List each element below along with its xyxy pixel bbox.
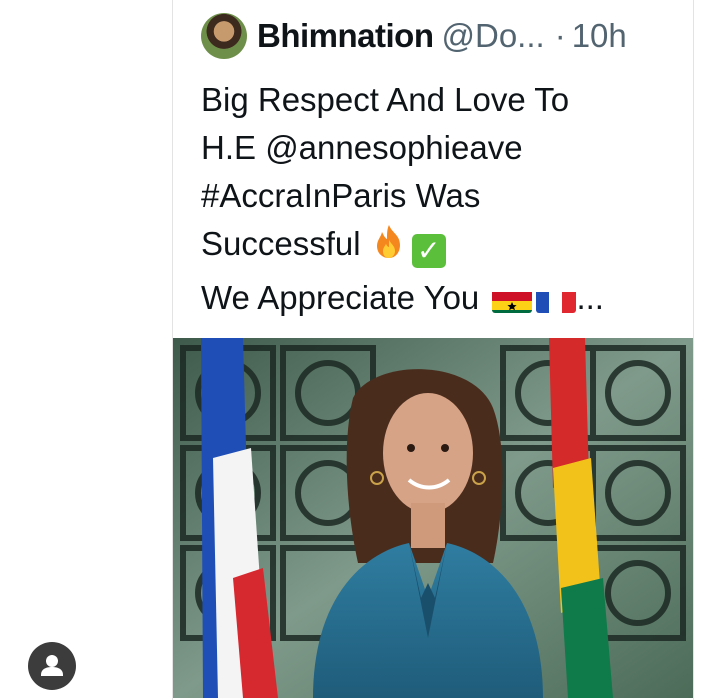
line-4-text: Successful (201, 225, 361, 262)
tweet-text: Big Respect And Love To H.E @annesophiea… (201, 76, 681, 322)
line-5-text: We Appreciate You (201, 279, 480, 316)
check-mark-icon: ✓ (411, 234, 446, 268)
tweet-photo[interactable] (173, 338, 693, 698)
line-3-suffix: Was (406, 177, 481, 214)
tweet-line-1: Big Respect And Love To (201, 81, 570, 118)
tweet-line-3: #AccraInParis Was (201, 172, 681, 220)
header-separator: · (554, 17, 566, 54)
mention-link[interactable]: @annesophieave (265, 129, 522, 166)
tweet-timestamp[interactable]: 10h (572, 17, 627, 55)
tweet-line-5: We Appreciate You ... (201, 274, 681, 322)
tweet-line-2: H.E @annesophieave (201, 124, 681, 172)
tweet-card[interactable]: Bhimnation @Do... · 10h Big Respect And … (172, 0, 694, 700)
line-2-prefix: H.E (201, 129, 266, 166)
user-icon (28, 655, 76, 694)
author-display-name[interactable]: Bhimnation (257, 17, 434, 55)
ghana-flag-icon (492, 285, 533, 313)
france-flag-icon (536, 285, 577, 313)
text-truncation-ellipsis: ... (576, 279, 604, 316)
author-handle[interactable]: @Do... (441, 17, 544, 55)
author-avatar[interactable] (201, 13, 247, 59)
fire-icon (370, 223, 408, 274)
tweet-line-4: Successful ✓ (201, 220, 681, 274)
hashtag-link[interactable]: #AccraInParis (201, 177, 406, 214)
profile-fab[interactable] (28, 642, 76, 690)
tweet-header: Bhimnation @Do... · 10h (201, 12, 681, 60)
